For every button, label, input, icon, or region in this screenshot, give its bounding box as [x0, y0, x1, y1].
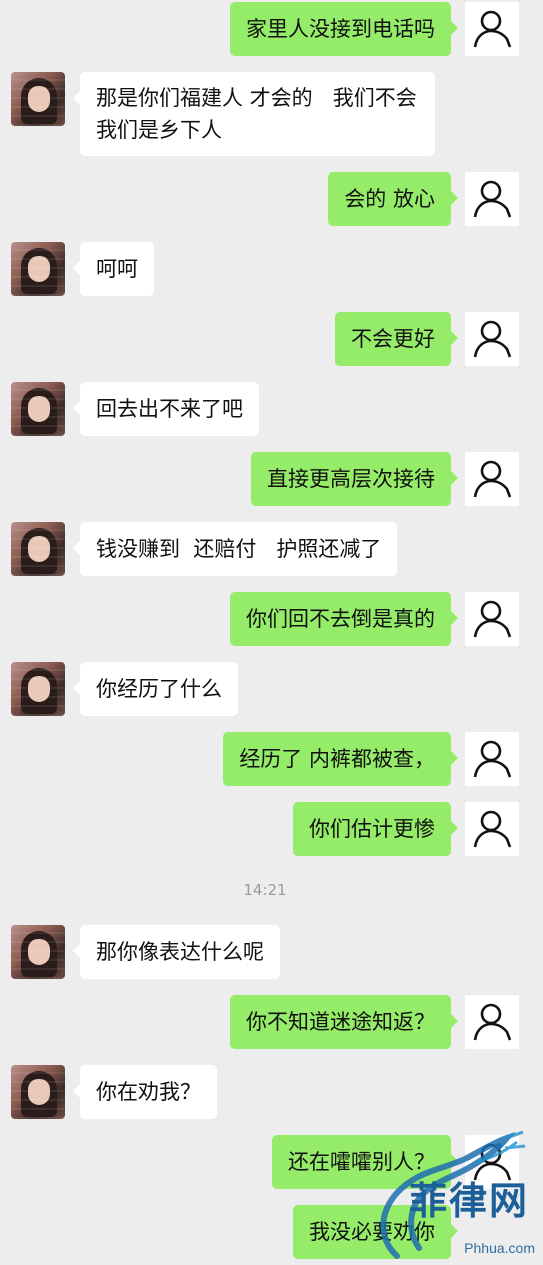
contact-avatar[interactable]	[11, 662, 65, 716]
message-row: 你们回不去倒是真的	[0, 592, 543, 646]
received-message-bubble[interactable]: 你经历了什么	[73, 662, 238, 716]
watermark-url: Phhua.com	[464, 1240, 535, 1256]
chat-window: 家里人没接到电话吗 那是你们福建人 才会的 我们不会 我们是乡下人 会的 放心 …	[0, 0, 543, 1265]
message-row: 钱没赚到 还赔付 护照还减了	[0, 522, 543, 576]
sent-message-bubble[interactable]: 家里人没接到电话吗	[230, 2, 458, 56]
message-row: 你经历了什么	[0, 662, 543, 716]
received-message-bubble[interactable]: 呵呵	[73, 242, 154, 296]
contact-avatar[interactable]	[11, 382, 65, 436]
sent-message-bubble[interactable]: 直接更高层次接待	[251, 452, 458, 506]
user-avatar[interactable]	[465, 802, 519, 856]
user-silhouette-icon	[473, 810, 512, 848]
sent-message-bubble[interactable]: 会的 放心	[328, 172, 458, 226]
user-silhouette-icon	[473, 180, 512, 218]
message-row: 你不知道迷途知返？	[0, 995, 543, 1049]
message-row: 家里人没接到电话吗	[0, 2, 543, 56]
received-message-bubble[interactable]: 那是你们福建人 才会的 我们不会 我们是乡下人	[73, 72, 435, 156]
sent-message-bubble[interactable]: 不会更好	[335, 312, 458, 366]
received-message-bubble[interactable]: 回去出不来了吧	[73, 382, 259, 436]
message-row: 直接更高层次接待	[0, 452, 543, 506]
contact-avatar[interactable]	[11, 925, 65, 979]
user-avatar[interactable]	[465, 732, 519, 786]
brand-watermark: 菲律网 Phhua.com	[357, 1128, 537, 1260]
message-row: 你们估计更惨	[0, 802, 543, 856]
sent-message-bubble[interactable]: 经历了 内裤都被查，	[223, 732, 458, 786]
user-avatar[interactable]	[465, 452, 519, 506]
received-message-bubble[interactable]: 钱没赚到 还赔付 护照还减了	[72, 522, 398, 576]
received-message-bubble[interactable]: 那你像表达什么呢	[73, 925, 280, 979]
user-silhouette-icon	[473, 460, 512, 498]
message-row: 呵呵	[0, 242, 543, 296]
user-silhouette-icon	[473, 600, 512, 638]
message-row: 不会更好	[0, 312, 543, 366]
user-silhouette-icon	[473, 320, 512, 358]
message-row: 那你像表达什么呢	[0, 925, 543, 979]
user-avatar[interactable]	[465, 995, 519, 1049]
message-row: 经历了 内裤都被查，	[0, 732, 543, 786]
message-row: 你在劝我？	[0, 1065, 543, 1119]
contact-avatar[interactable]	[11, 522, 65, 576]
sent-message-bubble[interactable]: 你们回不去倒是真的	[230, 592, 458, 646]
user-avatar[interactable]	[465, 312, 519, 366]
message-row: 回去出不来了吧	[0, 382, 543, 436]
contact-avatar[interactable]	[11, 242, 65, 296]
watermark-brand: 菲律网	[408, 1179, 529, 1223]
user-avatar[interactable]	[465, 2, 519, 56]
received-message-bubble[interactable]: 你在劝我？	[73, 1065, 217, 1119]
sent-message-bubble[interactable]: 你不知道迷途知返？	[230, 995, 458, 1049]
user-silhouette-icon	[473, 10, 512, 48]
sent-message-bubble[interactable]: 你们估计更惨	[293, 802, 458, 856]
message-timestamp: 14:21	[243, 881, 287, 899]
message-row: 那是你们福建人 才会的 我们不会 我们是乡下人	[0, 72, 543, 156]
user-silhouette-icon	[473, 1003, 512, 1041]
user-silhouette-icon	[473, 740, 512, 778]
contact-avatar[interactable]	[11, 72, 65, 126]
user-avatar[interactable]	[465, 592, 519, 646]
contact-avatar[interactable]	[11, 1065, 65, 1119]
user-avatar[interactable]	[465, 172, 519, 226]
message-row: 会的 放心	[0, 172, 543, 226]
